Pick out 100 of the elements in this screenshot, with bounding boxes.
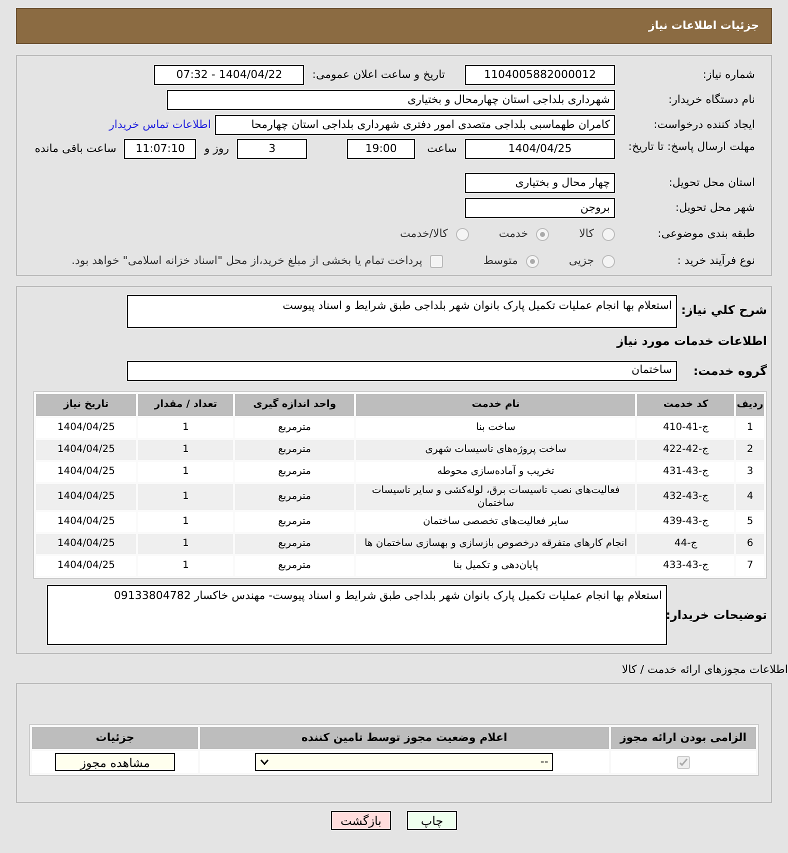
field-label: روز و — [204, 141, 230, 157]
field-label: نوع فرآیند خرید : — [676, 252, 755, 269]
radio-label: کالا/خدمت — [400, 226, 448, 242]
table-cell: 1 — [138, 512, 234, 532]
table-cell: مترمربع — [235, 484, 354, 510]
table-cell: انجام کارهای متفرقه درخصوص بازسازی و بهسازی ساختمان ها — [356, 534, 636, 554]
contact-link[interactable]: اطلاعات تماس خریدار — [109, 116, 211, 134]
field-label: ساعت باقی مانده — [34, 141, 116, 157]
table-cell: تخریب و آماده‌سازی محوطه — [356, 462, 636, 482]
field-label: شهر محل تحویل: — [674, 200, 755, 216]
field-label: تاریخ و ساعت اعلان عمومی: — [312, 66, 445, 83]
input-field[interactable]: کامران طهماسبی بلداجی متصدی امور دفتری شهرداری بلداجی استان چهارمحا — [215, 115, 615, 135]
radio-button[interactable] — [536, 228, 550, 240]
input-field[interactable]: چهار محال و بختیاری — [465, 173, 615, 193]
table-cell: مترمربع — [235, 512, 354, 532]
table-cell: ج-43-433 — [637, 556, 734, 576]
column-header: تاریخ نیاز — [36, 394, 136, 416]
field-label: طبقه بندی موضوعی: — [656, 226, 755, 242]
input-field[interactable]: 19:00 — [347, 139, 416, 159]
print-button[interactable]: چاپ — [407, 811, 457, 830]
table-cell: 1404/04/25 — [36, 534, 136, 554]
input-field[interactable]: بروجن — [465, 198, 615, 218]
table-cell: ج-44 — [637, 534, 734, 554]
table-cell: 1404/04/25 — [36, 440, 136, 460]
back-button[interactable]: بازگشت — [331, 811, 391, 830]
table-cell: 1 — [138, 418, 234, 438]
radio-label: جزیی — [568, 252, 594, 269]
radio-button[interactable] — [602, 228, 615, 240]
table-cell: 1404/04/25 — [36, 556, 136, 576]
field-label: شماره نیاز: — [702, 66, 755, 83]
table-cell: 1404/04/25 — [36, 484, 136, 510]
input-field[interactable]: 1404/04/22 - 07:32 — [154, 65, 304, 85]
radio-label: خدمت — [498, 226, 528, 242]
column-header: ردیف — [736, 394, 764, 416]
description-textarea[interactable]: استعلام بها انجام عملیات تکمیل پارک بانوان شهر بلداجی طبق شرایط و اسناد پیوست — [127, 295, 677, 328]
field-label: نام دستگاه خریدار: — [667, 92, 755, 108]
notes-textarea[interactable]: استعلام بها انجام عملیات تکمیل پارک بانوان شهر بلداجی طبق شرایط و اسناد پیوست- مهندس خاکسار 09133804782 — [47, 584, 667, 644]
table-cell: ج-43-431 — [637, 462, 734, 482]
field-label: استان محل تحویل: — [668, 174, 755, 191]
field-label: شرح کلي نياز: — [680, 302, 767, 319]
table-cell: 7 — [736, 556, 764, 576]
column-header: نام خدمت — [356, 394, 636, 416]
table-cell: مترمربع — [235, 440, 354, 460]
table-cell: ج-43-439 — [637, 512, 734, 532]
dropdown-value: -- — [540, 754, 548, 770]
input-field[interactable]: شهرداری بلداجی استان چهارمحال و بختیاری — [167, 90, 615, 110]
table-cell: مترمربع — [235, 556, 354, 576]
chevron-down-icon — [260, 759, 270, 765]
checkbox-label: پرداخت تمام یا بخشی از مبلغ خرید،از محل "اسناد خزانه اسلامی" خواهد بود. — [72, 252, 422, 269]
input-field[interactable]: 1104005882000012 — [465, 65, 615, 85]
view-permit-button[interactable]: مشاهده مجوز — [55, 753, 176, 771]
table-cell: 1 — [138, 534, 234, 554]
radio-label: کالا — [579, 226, 594, 242]
table-cell: مترمربع — [235, 534, 354, 554]
table-cell: 1 — [138, 556, 234, 576]
table-cell: پایان‌دهی و تکمیل بنا — [356, 556, 636, 576]
field-label: گروه خدمت: — [692, 362, 767, 380]
radio-button[interactable] — [602, 254, 615, 268]
field-label: ایجاد کننده درخواست: — [652, 116, 755, 133]
column-header: اعلام وضعیت مجوز توسط تامین کننده — [200, 727, 609, 749]
timer-field[interactable]: 11:07:10 — [124, 139, 196, 159]
table-cell: فعالیت‌های نصب تاسیسات برق، لوله‌کشی و سایر تاسیسات ساختمان — [356, 484, 636, 510]
table-cell: 1 — [138, 484, 234, 510]
table-cell: ج-41-410 — [637, 418, 734, 438]
field-label: مهلت ارسال پاسخ: تا تاریخ: — [627, 139, 755, 154]
field-label: توضیحات خریدار: — [667, 606, 767, 624]
column-header: کد خدمت — [637, 394, 734, 416]
table-cell: مترمربع — [235, 462, 354, 482]
table-cell: 2 — [736, 440, 764, 460]
table-cell: ج-43-432 — [637, 484, 734, 510]
column-header: تعداد / مقدار — [138, 394, 234, 416]
section-heading: اطلاعات مجوزهای ارائه خدمت / کالا — [622, 662, 788, 676]
field-label: ساعت — [427, 141, 457, 157]
table-cell: 1404/04/25 — [36, 512, 136, 532]
table-cell: ساخت پروژه‌های تاسیسات شهری — [356, 440, 636, 460]
table-cell: مترمربع — [235, 418, 354, 438]
page-title: جزئیات اطلاعات نیاز — [648, 18, 759, 34]
table-cell: ساخت بنا — [356, 418, 636, 438]
input-field[interactable]: 1404/04/25 — [465, 139, 615, 159]
section-heading: اطلاعات خدمات مورد نیاز — [616, 334, 767, 348]
table-cell: 5 — [736, 512, 764, 532]
table-cell: سایر فعالیت‌های تخصصی ساختمان — [356, 512, 636, 532]
radio-button[interactable] — [526, 254, 539, 268]
column-header: الزامی بودن ارائه مجوز — [610, 727, 756, 749]
table-cell: 4 — [736, 484, 764, 510]
table-cell: 1 — [736, 418, 764, 438]
column-header: جزئیات — [32, 727, 198, 749]
table-cell: 6 — [736, 534, 764, 554]
table-cell: 3 — [736, 462, 764, 482]
column-header: واحد اندازه گیری — [235, 394, 354, 416]
checkbox[interactable] — [430, 254, 444, 268]
table-cell: 1 — [138, 462, 234, 482]
status-dropdown[interactable]: -- — [255, 753, 554, 771]
table-cell: 1404/04/25 — [36, 418, 136, 438]
input-field[interactable]: 3 — [237, 139, 308, 159]
table-cell: 1 — [138, 440, 234, 460]
table-cell: 1404/04/25 — [36, 462, 136, 482]
radio-label: متوسط — [483, 252, 518, 269]
input-field[interactable]: ساختمان — [127, 360, 677, 380]
radio-button[interactable] — [456, 228, 469, 240]
